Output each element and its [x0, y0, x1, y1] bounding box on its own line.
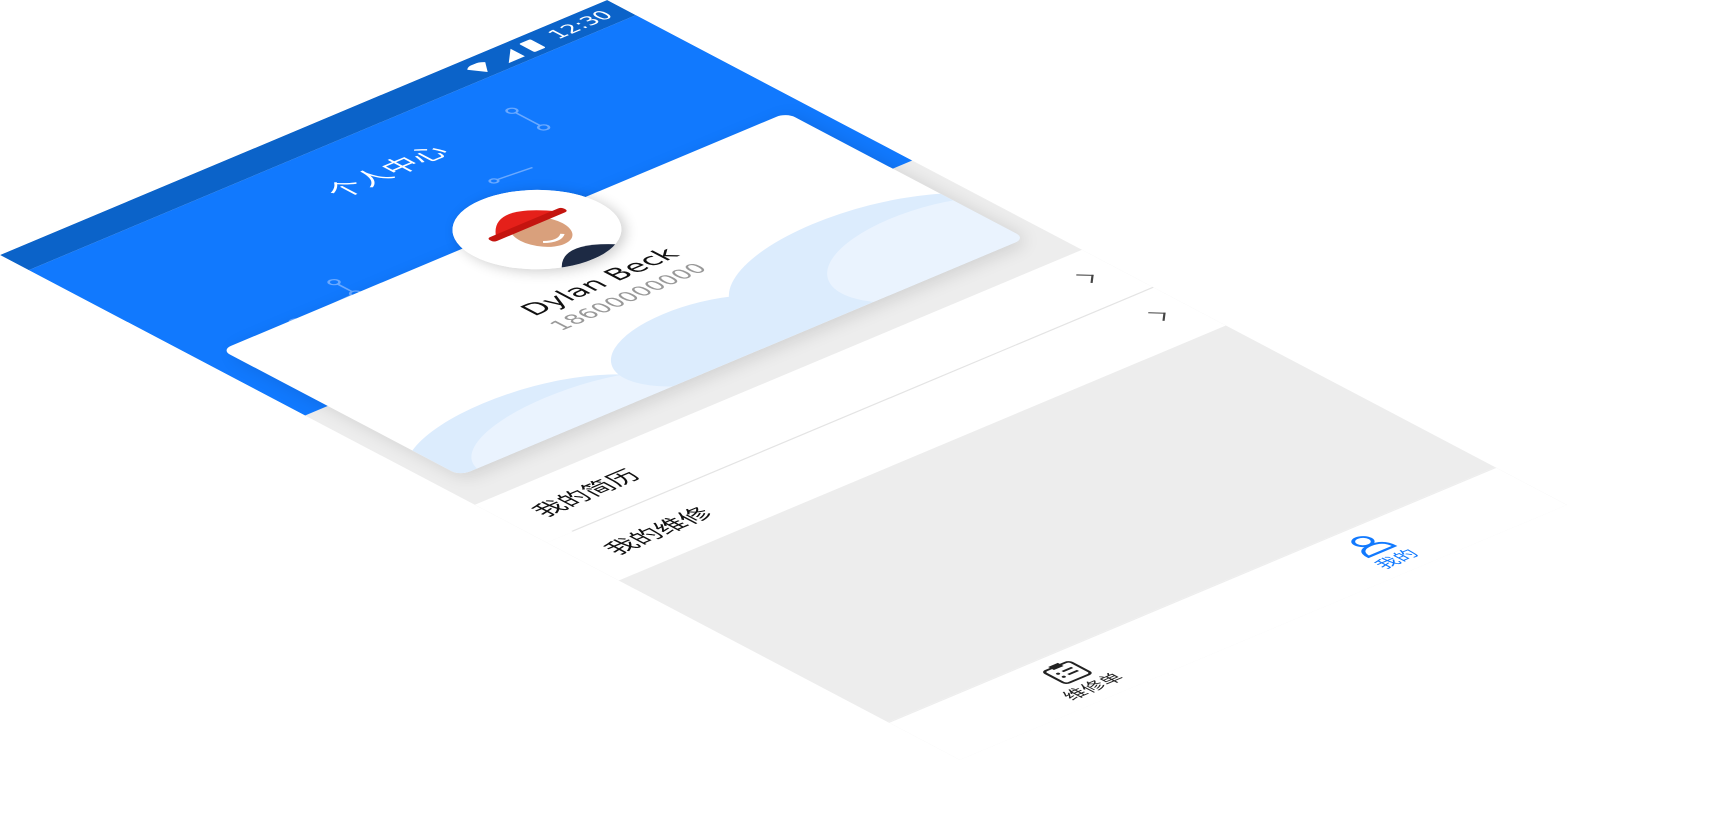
- battery-icon: [518, 39, 546, 53]
- tab-bar: 维修单 我的: [887, 467, 1567, 760]
- tab-mine[interactable]: 我的: [1193, 468, 1567, 633]
- wifi-icon: [461, 59, 499, 77]
- signal-icon: [493, 48, 525, 63]
- chevron-right-icon: [1147, 312, 1166, 321]
- chevron-right-icon: [1075, 274, 1094, 283]
- tab-repair-orders[interactable]: 维修单: [889, 595, 1265, 760]
- phone-screen: 12:30 个人中心 Dylan Beck 18600000000 我的简历 我…: [0, 0, 1567, 760]
